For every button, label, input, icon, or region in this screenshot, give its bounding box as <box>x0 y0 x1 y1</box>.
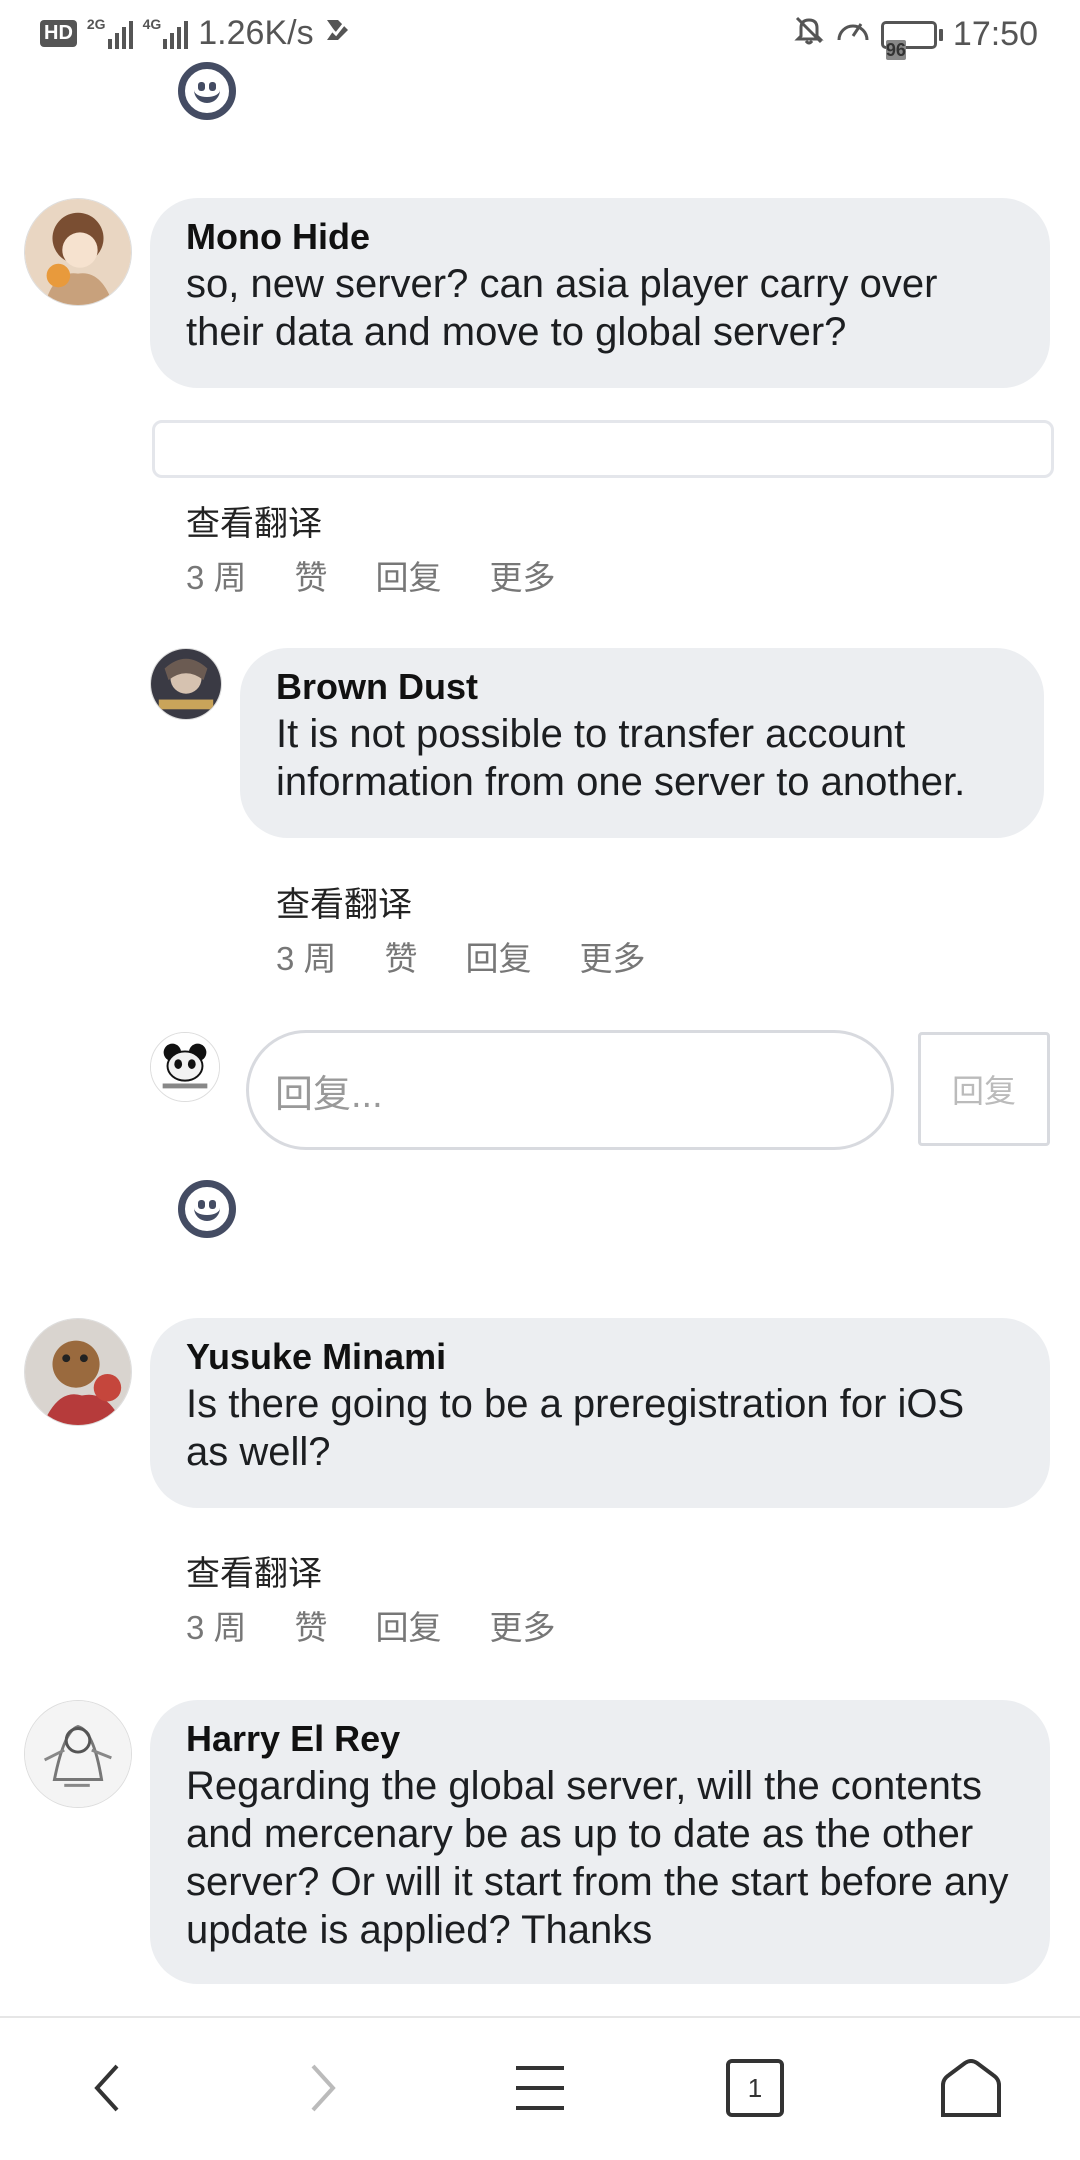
battery-icon: 96 <box>880 20 943 60</box>
battery-level: 96 <box>885 39 906 60</box>
comment-actions: 3 周 赞 回复 更多 <box>186 1601 556 1649</box>
reply-bubble: Brown Dust It is not possible to transfe… <box>240 648 1044 838</box>
tabs-button[interactable]: 1 <box>710 2048 800 2128</box>
comment-author[interactable]: Mono Hide <box>186 214 1014 260</box>
comment-text: so, new server? can asia player carry ov… <box>186 262 938 354</box>
comment-text: Regarding the global server, will the co… <box>186 1764 1009 1952</box>
reply-button[interactable]: 回复 <box>376 1601 442 1649</box>
avatar-current-user <box>150 1032 220 1102</box>
forward-icon[interactable] <box>278 2048 368 2128</box>
comment-time: 3 周 <box>276 940 337 977</box>
emoji-smiley-icon[interactable] <box>178 62 236 120</box>
avatar-harry-el-rey[interactable] <box>24 1700 132 1808</box>
avatar-brown-dust[interactable] <box>150 648 222 720</box>
signal-icon <box>107 19 133 49</box>
like-button[interactable]: 赞 <box>295 551 328 599</box>
comment-text: Is there going to be a preregistration f… <box>186 1382 965 1474</box>
network-4g-label: 4G <box>142 15 162 32</box>
network-2g-label: 2G <box>86 15 106 32</box>
comment-time: 3 周 <box>186 1609 247 1646</box>
network-speed: 1.26K/s <box>198 14 314 52</box>
see-translation-link[interactable]: 查看翻译 <box>186 496 322 545</box>
comment-bubble: Mono Hide so, new server? can asia playe… <box>150 198 1050 388</box>
hd-icon: HD <box>40 20 77 47</box>
comment-time: 3 周 <box>186 559 247 596</box>
comment-bubble: Harry El Rey Regarding the global server… <box>150 1700 1050 1984</box>
comment-text: It is not possible to transfer account i… <box>276 712 966 804</box>
more-button[interactable]: 更多 <box>490 1601 556 1649</box>
see-translation-link[interactable]: 查看翻译 <box>186 1546 322 1595</box>
link-preview-box <box>152 420 1054 478</box>
notification-check-icon <box>324 14 354 53</box>
menu-icon[interactable] <box>495 2048 585 2128</box>
comment-author[interactable]: Harry El Rey <box>186 1716 1014 1762</box>
more-button[interactable]: 更多 <box>490 551 556 599</box>
comment-actions: 3 周 赞 回复 更多 <box>186 551 556 599</box>
mute-bell-icon <box>793 14 825 55</box>
status-right: 96 17:50 <box>793 14 1038 60</box>
reply-button[interactable]: 回复 <box>376 551 442 599</box>
comment-author[interactable]: Yusuke Minami <box>186 1334 1014 1380</box>
avatar-yusuke-minami[interactable] <box>24 1318 132 1426</box>
more-button[interactable]: 更多 <box>580 932 646 980</box>
like-button[interactable]: 赞 <box>385 932 418 980</box>
bottom-nav: 1 <box>0 2016 1080 2160</box>
reply-button[interactable]: 回复 <box>466 932 532 980</box>
emoji-smiley-icon[interactable] <box>178 1180 236 1238</box>
status-left: HD 2G 4G 1.26K/s <box>40 14 354 53</box>
see-translation-link[interactable]: 查看翻译 <box>276 877 412 926</box>
comment-bubble: Yusuke Minami Is there going to be a pre… <box>150 1318 1050 1508</box>
speed-gauge-icon <box>835 14 871 55</box>
status-bar: HD 2G 4G 1.26K/s 96 17:50 <box>0 0 1080 72</box>
like-button[interactable]: 赞 <box>295 1601 328 1649</box>
back-icon[interactable] <box>62 2048 152 2128</box>
reply-input[interactable]: 回复... <box>246 1030 894 1150</box>
comment-actions: 3 周 赞 回复 更多 <box>276 932 646 980</box>
signal-icon-2 <box>163 19 189 49</box>
home-icon[interactable] <box>926 2048 1016 2128</box>
comment-author[interactable]: Brown Dust <box>276 664 1008 710</box>
clock: 17:50 <box>952 15 1038 53</box>
avatar-mono-hide[interactable] <box>24 198 132 306</box>
tabs-icon: 1 <box>726 2059 784 2117</box>
reply-submit-button[interactable]: 回复 <box>918 1032 1050 1146</box>
